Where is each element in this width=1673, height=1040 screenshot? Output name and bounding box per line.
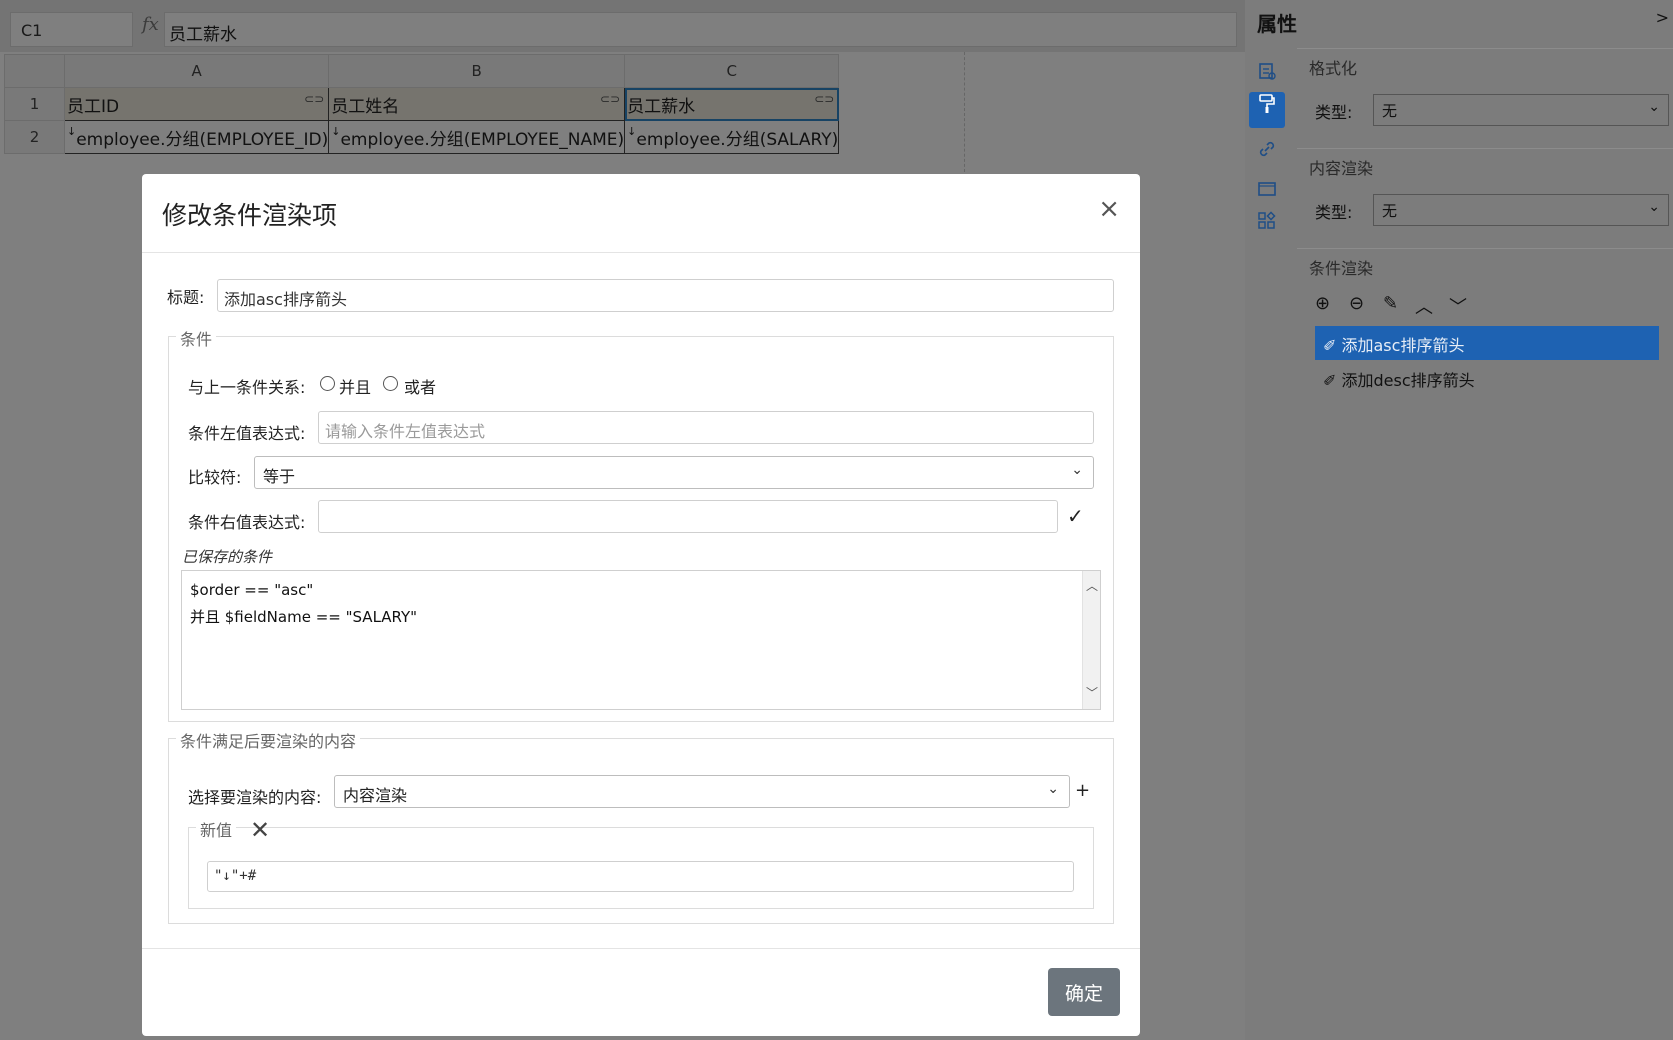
properties-panel: 属性 > 格式化 类型: 无 ⌄ 内容渲染 类型: 无 ⌄ 条件渲染 ⊕ ⊖ ✎… (1245, 0, 1673, 1040)
chevron-down-icon: ⌄ (1047, 781, 1059, 797)
render-content-select[interactable]: 内容渲染 ⌄ (334, 775, 1070, 808)
dialog-header-divider (142, 252, 1140, 253)
content-render-type-label: 类型: (1315, 203, 1353, 222)
edit-condition-render-dialog: 修改条件渲染项 × 标题: 添加asc排序箭头 条件 与上一条件关系: 并且 或… (142, 174, 1140, 1036)
collapse-panel-button[interactable]: > (1656, 8, 1669, 27)
chain-link-icon (1259, 141, 1275, 157)
format-type-select[interactable]: 无 ⌄ (1373, 94, 1669, 126)
chevron-down-icon: ⌄ (1648, 199, 1660, 215)
rectangle-icon (1258, 182, 1276, 196)
add-circle-icon[interactable]: ⊕ (1315, 293, 1330, 314)
condition-render-item[interactable]: ✐ 添加desc排序箭头 (1315, 361, 1659, 395)
format-section-title: 格式化 (1309, 59, 1358, 78)
scroll-up-icon[interactable]: ︿ (1086, 573, 1098, 600)
content-render-section-title: 内容渲染 (1309, 159, 1374, 178)
paint-roller-icon (1259, 94, 1275, 113)
relation-or-label[interactable]: 或者 (404, 374, 436, 398)
frame-icon[interactable] (1249, 174, 1285, 210)
title-input[interactable]: 添加asc排序箭头 (217, 279, 1114, 312)
relation-and-label[interactable]: 并且 (339, 374, 371, 398)
saved-condition-line: $order == "asc" (190, 581, 314, 599)
add-render-content-button[interactable]: + (1075, 780, 1090, 801)
left-expression-input[interactable]: 请输入条件左值表达式 (318, 411, 1094, 444)
condition-render-section-title: 条件渲染 (1309, 259, 1374, 278)
move-up-icon[interactable]: ︿ (1415, 293, 1433, 319)
remove-new-value-icon[interactable]: ✕ (250, 816, 270, 844)
report-designer: C1 fx 员工薪水 A B C 1 员工ID⊂⊃ 员工姓名⊂⊃ 员工薪水⊂⊃ … (0, 0, 1673, 1040)
grid-apps-icon (1258, 211, 1276, 229)
dialog-title: 修改条件渲染项 (162, 201, 338, 230)
table-settings-icon (1259, 63, 1276, 80)
link-icon[interactable] (1249, 136, 1285, 172)
comparator-select[interactable]: 等于 ⌄ (254, 456, 1094, 489)
condition-render-section: 条件渲染 ⊕ ⊖ ✎ ︿ ﹀ ✐ 添加asc排序箭头 ✐ 添加desc排序箭头 (1297, 248, 1673, 408)
new-value-input[interactable]: "↓"+# (207, 861, 1074, 892)
remove-circle-icon[interactable]: ⊖ (1349, 293, 1364, 314)
right-expression-label: 条件右值表达式: (188, 513, 306, 532)
ok-button[interactable]: 确定 (1048, 968, 1120, 1016)
relation-and-radio[interactable] (320, 376, 335, 391)
format-painter-icon[interactable] (1249, 92, 1285, 128)
new-value-legend: 新值 (196, 817, 237, 841)
chevron-down-icon: ⌄ (1648, 99, 1660, 115)
left-expression-label: 条件左值表达式: (188, 424, 306, 443)
brush-icon: ✐ (1323, 336, 1342, 355)
content-render-type-value: 无 (1382, 202, 1398, 220)
format-type-label: 类型: (1315, 103, 1353, 122)
render-content-legend: 条件满足后要渲染的内容 (176, 728, 361, 752)
textarea-scrollbar[interactable]: ︿ ﹀ (1082, 571, 1100, 709)
title-label: 标题: (167, 288, 205, 307)
scroll-down-icon[interactable]: ﹀ (1086, 680, 1098, 707)
format-section: 格式化 类型: 无 ⌄ (1297, 48, 1673, 148)
comparator-label: 比较符: (188, 468, 242, 487)
render-content-value: 内容渲染 (343, 786, 408, 805)
components-icon[interactable] (1249, 208, 1285, 244)
format-type-value: 无 (1382, 102, 1398, 120)
right-expression-input[interactable] (318, 500, 1058, 533)
cell-properties-icon[interactable] (1249, 58, 1285, 94)
conditions-legend: 条件 (176, 326, 217, 350)
move-down-icon[interactable]: ﹀ (1449, 293, 1467, 319)
chevron-down-icon: ⌄ (1071, 462, 1083, 478)
comparator-value: 等于 (263, 467, 296, 486)
relation-or-radio[interactable] (383, 376, 398, 391)
confirm-check-icon[interactable]: ✓ (1067, 504, 1084, 528)
relation-label: 与上一条件关系: (188, 378, 306, 397)
edit-pencil-icon[interactable]: ✎ (1383, 293, 1398, 314)
render-content-select-label: 选择要渲染的内容: (188, 788, 322, 807)
condition-render-item[interactable]: ✐ 添加asc排序箭头 (1315, 326, 1659, 360)
saved-condition-line: 并且 $fieldName == "SALARY" (190, 608, 418, 626)
brush-icon: ✐ (1323, 371, 1342, 390)
condition-render-item-label: 添加asc排序箭头 (1341, 336, 1465, 355)
content-render-type-select[interactable]: 无 ⌄ (1373, 194, 1669, 226)
dialog-footer-divider (142, 948, 1140, 949)
panel-icon-bar (1245, 52, 1293, 1040)
saved-conditions-label: 已保存的条件 (182, 548, 273, 566)
condition-render-item-label: 添加desc排序箭头 (1341, 371, 1475, 390)
content-render-section: 内容渲染 类型: 无 ⌄ (1297, 148, 1673, 248)
panel-title: 属性 (1257, 12, 1297, 36)
close-icon[interactable]: × (1098, 196, 1120, 222)
saved-conditions-textarea[interactable]: $order == "asc" 并且 $fieldName == "SALARY… (181, 570, 1101, 710)
